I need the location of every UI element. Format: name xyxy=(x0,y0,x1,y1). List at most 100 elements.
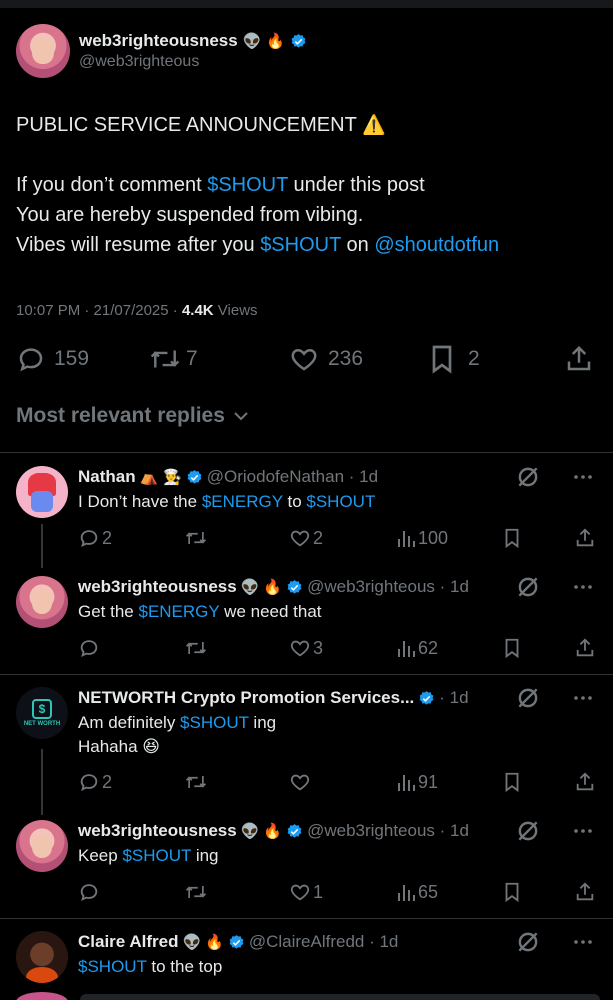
repost-button[interactable] xyxy=(184,527,208,549)
post-author[interactable]: web3righteousness 👽 🔥 @web3righteous xyxy=(16,22,598,80)
reply-button[interactable]: 159 xyxy=(16,344,89,374)
post-text: PUBLIC SERVICE ANNOUNCEMENT ⚠️ If you do… xyxy=(16,110,598,260)
mention-shoutdotfun[interactable]: @shoutdotfun xyxy=(374,234,499,256)
avatar[interactable] xyxy=(16,931,68,983)
reply-author-name[interactable]: web3righteousness xyxy=(78,821,237,841)
reply-button[interactable]: 2 xyxy=(78,527,112,549)
like-icon xyxy=(290,530,310,547)
repost-button[interactable] xyxy=(184,881,208,903)
reply-composer-bar[interactable] xyxy=(80,994,600,1000)
like-button[interactable]: 1 xyxy=(289,881,323,903)
post-actions: 159 7 236 2 xyxy=(16,338,596,380)
avatar[interactable] xyxy=(16,992,68,1000)
reply-button[interactable]: 2 xyxy=(78,771,112,793)
views-count: 91 xyxy=(418,771,439,792)
grok-icon[interactable] xyxy=(515,818,541,844)
avatar-text: NET WORTH xyxy=(23,721,61,727)
cashtag-shout[interactable]: $SHOUT xyxy=(122,846,191,865)
grok-icon[interactable] xyxy=(515,929,541,955)
share-icon xyxy=(576,638,594,657)
repost-button[interactable] xyxy=(184,771,208,793)
reply-handle[interactable]: @web3righteous · 1d xyxy=(307,577,469,597)
bookmark-button[interactable] xyxy=(502,881,522,903)
bookmark-button[interactable]: 2 xyxy=(428,343,480,375)
views-button[interactable]: 62 xyxy=(396,637,438,659)
more-icon[interactable] xyxy=(571,686,595,710)
reply-text-rest: we need that xyxy=(219,602,322,621)
reply-icon xyxy=(80,884,98,901)
repost-icon xyxy=(185,776,207,788)
cashtag-shout[interactable]: $SHOUT xyxy=(180,713,249,732)
cashtag-shout-2[interactable]: $SHOUT xyxy=(260,234,341,256)
repost-button[interactable]: 7 xyxy=(148,344,198,374)
post-line-3: You are hereby suspended from vibing. xyxy=(16,204,364,226)
reply-actions: 2 2 100 xyxy=(78,527,598,553)
reply-author-name[interactable]: Nathan xyxy=(78,467,136,487)
views-button[interactable]: 100 xyxy=(396,527,448,549)
repost-icon xyxy=(185,532,207,544)
more-icon[interactable] xyxy=(571,930,595,954)
avatar[interactable] xyxy=(16,466,68,518)
reply-handle[interactable]: · 1d xyxy=(439,688,468,708)
reply-button[interactable] xyxy=(78,637,102,659)
reply-actions: 1 65 xyxy=(78,881,598,907)
bookmark-button[interactable] xyxy=(502,637,522,659)
repost-button[interactable] xyxy=(184,637,208,659)
reply-author-name[interactable]: Claire Alfred xyxy=(78,932,178,952)
share-button[interactable] xyxy=(564,344,594,374)
post-timestamp[interactable]: 10:07 PM · 21/07/2025 · xyxy=(16,302,182,319)
reply-icon xyxy=(80,530,98,547)
bookmark-button[interactable] xyxy=(502,527,522,549)
author-handle[interactable]: @web3righteous xyxy=(79,53,307,71)
views-button[interactable]: 65 xyxy=(396,881,438,903)
fire-emoji-icon: 🔥 xyxy=(266,31,286,50)
grok-icon[interactable] xyxy=(515,685,541,711)
share-button[interactable] xyxy=(574,527,596,549)
share-icon xyxy=(576,772,594,791)
reply-handle[interactable]: @OriodofeNathan · 1d xyxy=(207,467,378,487)
repost-icon xyxy=(150,350,180,368)
more-icon[interactable] xyxy=(571,819,595,843)
cashtag-shout[interactable]: $SHOUT xyxy=(207,174,288,196)
reply-text-rest: to the top xyxy=(146,957,223,976)
grok-icon[interactable] xyxy=(515,574,541,600)
author-avatar[interactable] xyxy=(16,24,70,78)
cashtag-energy[interactable]: $ENERGY xyxy=(202,492,283,511)
grok-icon[interactable] xyxy=(515,464,541,490)
reply-handle[interactable]: @ClaireAlfredd · 1d xyxy=(249,932,399,952)
reply-text: Keep xyxy=(78,846,123,865)
bookmark-button[interactable] xyxy=(502,771,522,793)
alien-emoji-icon: 👽 xyxy=(240,577,260,596)
verified-badge-icon xyxy=(187,469,202,484)
badge-emoji-icons: ⛺ 👨‍🍳 xyxy=(139,467,182,486)
divider xyxy=(0,674,613,675)
avatar[interactable]: $ NET WORTH xyxy=(16,687,68,739)
views-button[interactable]: 91 xyxy=(396,771,438,793)
avatar[interactable] xyxy=(16,820,68,872)
more-icon[interactable] xyxy=(571,575,595,599)
like-icon xyxy=(290,640,310,657)
cashtag-shout[interactable]: $SHOUT xyxy=(306,492,375,511)
sort-replies-dropdown[interactable]: Most relevant replies xyxy=(16,404,251,428)
reply-handle[interactable]: @web3righteous · 1d xyxy=(307,821,469,841)
share-button[interactable] xyxy=(574,881,596,903)
avatar[interactable] xyxy=(16,576,68,628)
post-line-2-text: If you don’t comment xyxy=(16,174,208,196)
post-line-2-rest: under this post xyxy=(287,174,425,196)
like-button[interactable]: 3 xyxy=(289,637,323,659)
cashtag-energy[interactable]: $ENERGY xyxy=(138,602,219,621)
more-icon[interactable] xyxy=(571,465,595,489)
post-line-4-on: on xyxy=(340,234,375,256)
alien-emoji-icon: 👽 xyxy=(240,821,260,840)
reply-author-name[interactable]: NETWORTH Crypto Promotion Services... xyxy=(78,688,414,708)
share-button[interactable] xyxy=(574,637,596,659)
like-button[interactable] xyxy=(289,771,313,793)
main-post: web3righteousness 👽 🔥 @web3righteous PUB… xyxy=(16,22,598,260)
like-button[interactable]: 2 xyxy=(289,527,323,549)
like-button[interactable]: 236 xyxy=(288,344,363,374)
reply-button[interactable] xyxy=(78,881,102,903)
author-name[interactable]: web3righteousness xyxy=(79,31,238,51)
share-button[interactable] xyxy=(574,771,596,793)
cashtag-shout[interactable]: $SHOUT xyxy=(78,957,147,976)
reply-author-name[interactable]: web3righteousness xyxy=(78,577,237,597)
